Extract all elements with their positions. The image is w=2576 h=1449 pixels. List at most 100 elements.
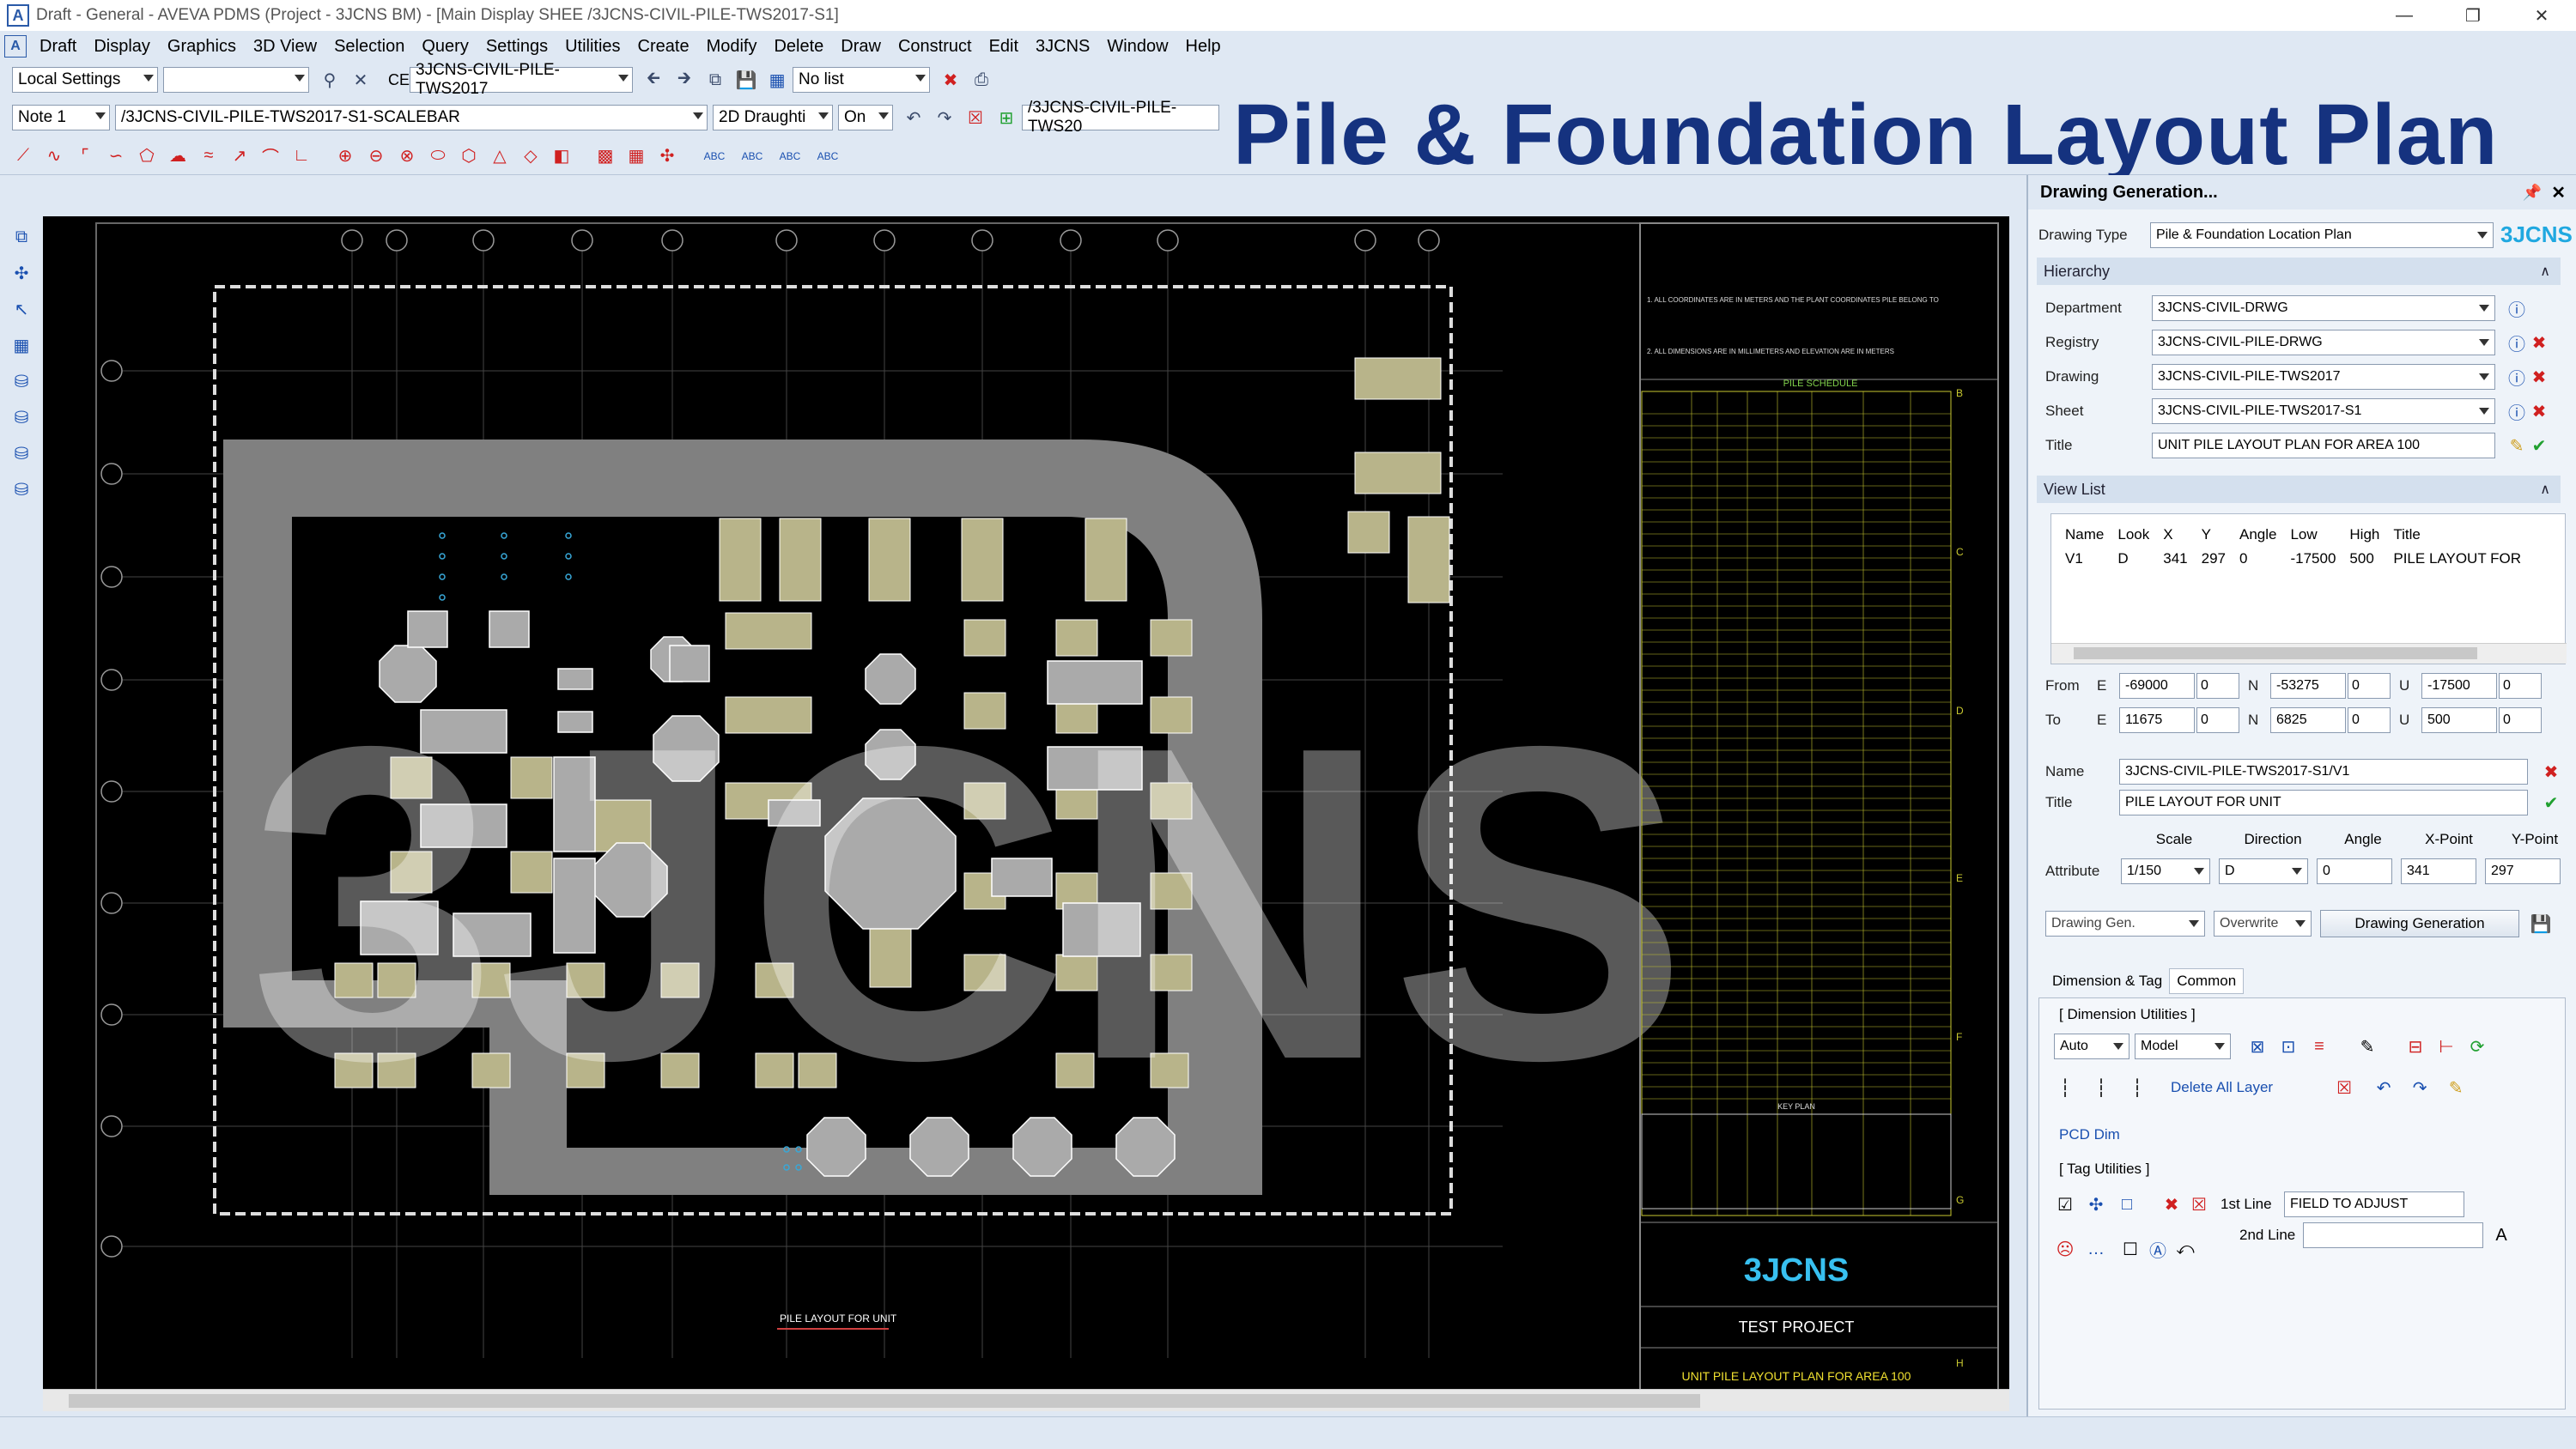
table-row[interactable]: V1 D 341 297 0 -17500 500 PILE LAYOUT FO…: [2060, 547, 2530, 571]
dim-ruler-3-icon[interactable]: ┆: [2126, 1076, 2148, 1099]
note-select[interactable]: Note 1: [12, 105, 110, 130]
dim-model-select[interactable]: Model: [2135, 1034, 2231, 1059]
layer-4-icon[interactable]: ⛁: [10, 478, 33, 500]
list-select[interactable]: No list: [793, 67, 931, 93]
checkbox-empty-icon[interactable]: ☐: [2119, 1238, 2142, 1260]
menu-display[interactable]: Display: [85, 37, 159, 57]
redo-icon[interactable]: ↷: [2409, 1076, 2431, 1099]
info-icon[interactable]: ⓘ: [2506, 366, 2528, 389]
on-select[interactable]: On: [838, 105, 893, 130]
overwrite-select[interactable]: Overwrite: [2214, 911, 2312, 937]
edit-icon[interactable]: ✎: [2506, 434, 2528, 457]
back-arrow-icon[interactable]: 🡰: [642, 69, 665, 91]
tag-move-icon[interactable]: ✣: [2085, 1193, 2107, 1216]
drawing-type-select[interactable]: Pile & Foundation Location Plan: [2150, 221, 2494, 248]
circle-2-icon[interactable]: ⊖: [365, 145, 387, 167]
corner-icon[interactable]: ∟: [290, 145, 313, 167]
menu-settings[interactable]: Settings: [477, 37, 556, 57]
from-u-input[interactable]: -17500: [2421, 673, 2497, 699]
path-select[interactable]: /3JCNS-CIVIL-PILE-TWS2017-S1-SCALEBAR: [115, 105, 708, 130]
ypoint-input[interactable]: 297: [2485, 858, 2561, 884]
text-abc-icon[interactable]: ABC: [700, 145, 729, 167]
tab-dimension-tag[interactable]: Dimension & Tag: [2045, 969, 2170, 993]
circle-icon[interactable]: ⊕: [334, 145, 356, 167]
save-icon[interactable]: 💾: [2530, 912, 2552, 935]
circle-3-icon[interactable]: ⊗: [396, 145, 418, 167]
to-u-input[interactable]: 500: [2421, 707, 2497, 733]
hexagon-icon[interactable]: ⬡: [458, 145, 480, 167]
highlight-icon[interactable]: ✎: [2445, 1076, 2467, 1099]
drawing-select[interactable]: 3JCNS-CIVIL-PILE-TWS2017: [2152, 364, 2495, 390]
dim-ruler-2-icon[interactable]: ┆: [2090, 1076, 2112, 1099]
scroll-thumb[interactable]: [69, 1394, 1700, 1408]
menu-query[interactable]: Query: [413, 37, 477, 57]
collapse-icon[interactable]: ∧: [2540, 263, 2550, 280]
text-abc-3-icon[interactable]: ABC: [775, 145, 805, 167]
help-icon[interactable]: ⓘ: [2506, 297, 2528, 320]
view-list-grid[interactable]: Name Look X Y Angle Low High Title V1 D …: [2050, 513, 2567, 664]
menu-help[interactable]: Help: [1177, 37, 1230, 57]
forward-arrow-icon[interactable]: 🡲: [673, 69, 696, 91]
pointer-icon[interactable]: ↖: [10, 298, 33, 320]
tag-cancel-icon[interactable]: ☹: [2054, 1238, 2076, 1260]
tag-remove-icon[interactable]: ☒: [2188, 1193, 2210, 1216]
pcd-dim-link[interactable]: PCD Dim: [2059, 1126, 2120, 1143]
tag-delete-icon[interactable]: ✖: [2160, 1193, 2183, 1216]
title-input[interactable]: UNIT PILE LAYOUT PLAN FOR AREA 100: [2152, 433, 2495, 458]
menu-3d-view[interactable]: 3D View: [245, 37, 325, 57]
grid-view-icon[interactable]: ▦: [10, 334, 33, 356]
menu-construct[interactable]: Construct: [890, 37, 981, 57]
menu-create[interactable]: Create: [629, 37, 698, 57]
to-n-input[interactable]: 6825: [2270, 707, 2346, 733]
tab-common[interactable]: Common: [2169, 968, 2245, 994]
from-n-input[interactable]: -53275: [2270, 673, 2346, 699]
scale-select[interactable]: 1/150: [2121, 858, 2210, 884]
to-e2-input[interactable]: 0: [2196, 707, 2239, 733]
menu-edit[interactable]: Edit: [981, 37, 1027, 57]
minimize-icon[interactable]: —: [2370, 0, 2439, 31]
layer-2-icon[interactable]: ⛁: [10, 406, 33, 428]
ellipse-icon[interactable]: ⬭: [427, 145, 449, 167]
dim-ruler-1-icon[interactable]: ┆: [2054, 1076, 2076, 1099]
info-icon[interactable]: ⓘ: [2506, 331, 2528, 355]
snap-icon[interactable]: ✣: [10, 262, 33, 284]
check-icon[interactable]: ✔: [2540, 791, 2562, 814]
from-u2-input[interactable]: 0: [2499, 673, 2542, 699]
delete-x-icon[interactable]: ✖: [939, 69, 962, 91]
symbol-icon[interactable]: ✣: [656, 145, 678, 167]
panel-close-icon[interactable]: ✕: [2551, 182, 2566, 203]
to-n2-input[interactable]: 0: [2348, 707, 2391, 733]
from-n2-input[interactable]: 0: [2348, 673, 2391, 699]
settings-select-2[interactable]: [163, 67, 309, 93]
text-style-icon[interactable]: A: [2490, 1224, 2512, 1246]
dim-level-icon[interactable]: ≡: [2308, 1035, 2330, 1058]
xpoint-input[interactable]: 341: [2401, 858, 2476, 884]
dim-auto-select[interactable]: Auto: [2054, 1034, 2129, 1059]
draft-menu-icon[interactable]: A: [4, 35, 27, 58]
view-list-section[interactable]: View List ∧: [2037, 476, 2561, 503]
text-abc-4-icon[interactable]: ABC: [813, 145, 842, 167]
pin-icon[interactable]: 📌: [2523, 184, 2542, 202]
polygon-icon[interactable]: ⬠: [136, 145, 158, 167]
tag-frame-icon[interactable]: □: [2116, 1193, 2138, 1216]
refresh-icon[interactable]: ⟳: [2466, 1035, 2488, 1058]
direction-select[interactable]: D: [2219, 858, 2308, 884]
department-select[interactable]: 3JCNS-CIVIL-DRWG: [2152, 295, 2495, 321]
tag-a-icon[interactable]: Ⓐ: [2147, 1238, 2169, 1261]
table-icon[interactable]: ▦: [625, 145, 647, 167]
checkbox-checked-icon[interactable]: ☑: [2054, 1193, 2076, 1216]
delete-icon[interactable]: ✖: [2528, 331, 2550, 354]
step-line-icon[interactable]: ⌜: [74, 145, 96, 167]
zoom-extents-icon[interactable]: ⧉: [10, 226, 33, 248]
horizontal-scrollbar[interactable]: [43, 1389, 2009, 1411]
menu-selection[interactable]: Selection: [325, 37, 413, 57]
dim-delete-icon[interactable]: ⊟: [2404, 1035, 2427, 1058]
delete-icon[interactable]: ✖: [2540, 761, 2562, 783]
box-diagonal-icon[interactable]: ◧: [550, 145, 573, 167]
tag-link-icon[interactable]: ⤺: [2174, 1238, 2196, 1260]
menu-3jcns[interactable]: 3JCNS: [1027, 37, 1098, 57]
line-icon[interactable]: ⟋: [12, 145, 34, 167]
delete-icon[interactable]: ✖: [2528, 366, 2550, 388]
cancel-x-icon[interactable]: ✕: [349, 69, 372, 91]
drawing-canvas[interactable]: 3JCNS PILE LAYOUT FOR UNIT 1. ALL COORDI…: [43, 216, 2009, 1401]
